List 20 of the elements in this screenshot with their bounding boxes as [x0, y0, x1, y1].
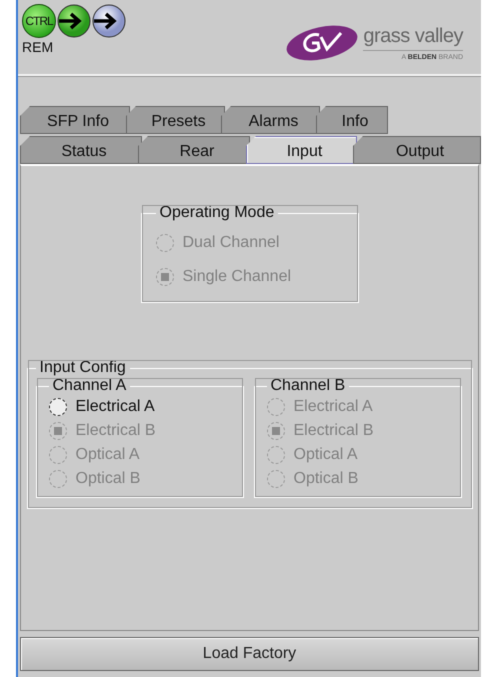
group-title: Channel B — [270, 377, 346, 395]
group-title: Input Config — [38, 359, 127, 377]
tab[interactable]: Status — [20, 136, 142, 164]
rem-label: REM — [22, 39, 54, 55]
tab[interactable]: Input — [246, 136, 357, 164]
group-title: Operating Mode — [158, 204, 276, 222]
tab[interactable]: SFP Info — [20, 106, 130, 134]
group-title: Channel A — [52, 377, 128, 395]
tab[interactable]: Info — [316, 106, 388, 134]
logo-name: grass valley — [363, 25, 463, 51]
radio-button[interactable]: Electrical A — [48, 395, 155, 419]
tab[interactable]: Rear — [138, 136, 250, 164]
tab[interactable]: Output — [353, 136, 481, 164]
ctrl-status-badge: CTRL — [22, 4, 56, 38]
arrow-circle-icon — [57, 4, 91, 38]
arrow-circle-icon — [92, 4, 126, 38]
tab[interactable]: Alarms — [221, 106, 320, 134]
tab[interactable]: Presets — [126, 106, 225, 134]
logo-icon — [285, 24, 360, 62]
load-factory-button[interactable]: Load Factory — [20, 637, 479, 671]
